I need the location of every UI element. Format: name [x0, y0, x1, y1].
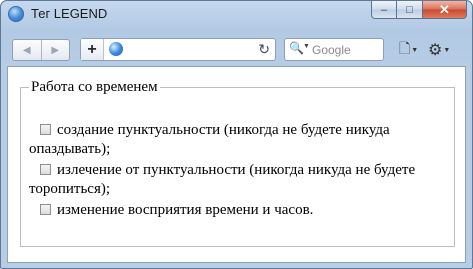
title-bar[interactable]: Тег LEGEND – □ ✕ — [1, 1, 472, 27]
window-controls: – □ ✕ — [371, 1, 467, 21]
checkbox-label: создание пунктуальности (никогда не буде… — [29, 122, 390, 157]
address-bar[interactable]: + ↻ — [80, 38, 276, 61]
close-button[interactable]: ✕ — [423, 1, 467, 19]
forward-arrow-icon: ▶ — [51, 44, 60, 56]
browser-window: Тег LEGEND – □ ✕ ◀ ▶ + ↻ 🔍 ▼ Google 🗋 ▼ ⚙… — [0, 0, 473, 269]
search-engine-caret-icon[interactable]: ▼ — [303, 43, 310, 50]
reload-button[interactable]: ↻ — [258, 41, 270, 58]
fieldset-group: Работа со временем создание пунктуальнос… — [20, 79, 455, 247]
list-item: создание пунктуальности (никогда не буде… — [29, 121, 449, 159]
tools-menu-caret-icon: ▼ — [443, 46, 451, 54]
globe-icon — [109, 42, 123, 56]
minimize-icon: – — [380, 3, 388, 16]
page-content: Работа со временем создание пунктуальнос… — [7, 66, 466, 263]
plus-icon: + — [87, 40, 97, 58]
search-placeholder: Google — [312, 43, 351, 57]
checkbox-label: излечение от пунктуальности (никогда ник… — [29, 162, 416, 197]
page-icon: 🗋 — [399, 40, 411, 56]
list-item: изменение восприятия времени и часов. — [29, 201, 449, 220]
browser-logo-icon — [8, 6, 24, 22]
minimize-button[interactable]: – — [371, 1, 397, 19]
back-arrow-icon: ◀ — [22, 44, 31, 56]
back-button[interactable]: ◀ — [13, 40, 41, 60]
maximize-icon: □ — [406, 3, 413, 16]
search-icon[interactable]: 🔍 — [289, 41, 304, 55]
new-tab-button[interactable]: + — [81, 39, 104, 60]
back-forward-group: ◀ ▶ — [12, 39, 70, 61]
checkbox[interactable] — [40, 164, 51, 175]
page-menu-button[interactable]: 🗋 ▼ — [399, 40, 425, 60]
checkbox[interactable] — [40, 204, 51, 215]
page-menu-caret-icon: ▼ — [411, 46, 419, 54]
window-title: Тег LEGEND — [31, 6, 108, 21]
search-box[interactable]: 🔍 ▼ Google — [284, 38, 384, 61]
navigation-toolbar: ◀ ▶ + ↻ 🔍 ▼ Google 🗋 ▼ ⚙ ▼ — [1, 28, 472, 66]
checkbox[interactable] — [40, 124, 51, 135]
checkbox-label: изменение восприятия времени и часов. — [57, 202, 314, 218]
checkbox-list: создание пунктуальности (никогда не буде… — [29, 121, 449, 222]
maximize-button[interactable]: □ — [397, 1, 423, 19]
gear-icon: ⚙ — [428, 42, 443, 59]
forward-button[interactable]: ▶ — [40, 40, 70, 60]
list-item: излечение от пунктуальности (никогда ник… — [29, 161, 449, 199]
close-icon: ✕ — [439, 1, 450, 17]
fieldset-legend: Работа со временем — [29, 79, 160, 96]
tools-menu-button[interactable]: ⚙ ▼ — [428, 40, 456, 60]
